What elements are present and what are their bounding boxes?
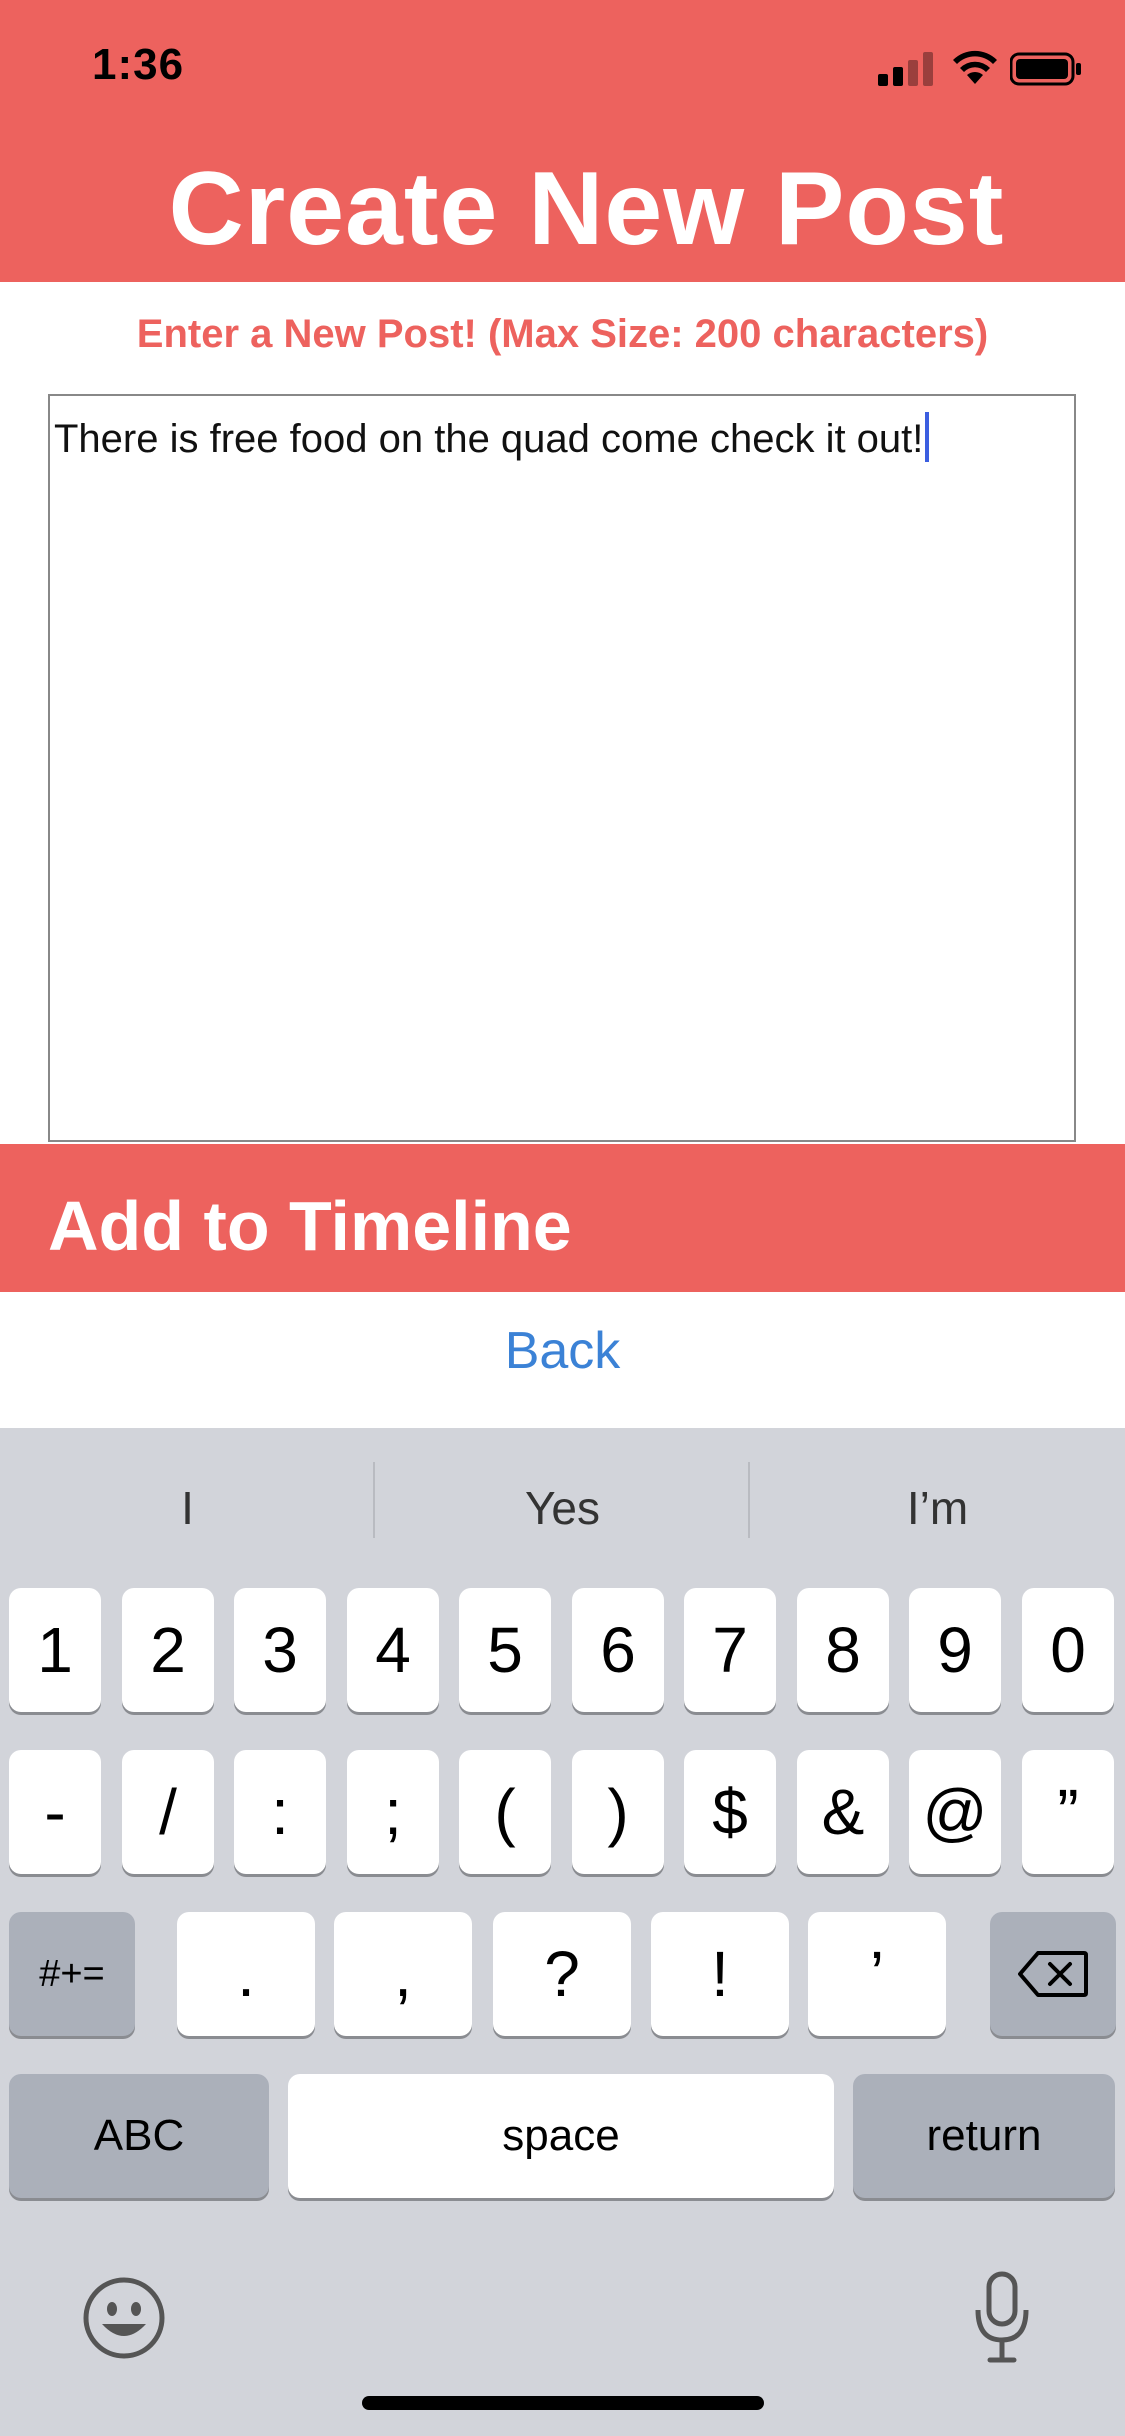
key-8[interactable]: 8 (797, 1588, 889, 1712)
status-time: 1:36 (92, 40, 185, 89)
key-at[interactable]: @ (909, 1750, 1001, 1874)
key-9[interactable]: 9 (909, 1588, 1001, 1712)
key-3[interactable]: 3 (234, 1588, 326, 1712)
key-ampersand[interactable]: & (797, 1750, 889, 1874)
return-key[interactable]: return (853, 2074, 1115, 2198)
space-key[interactable]: space (288, 2074, 834, 2198)
suggestion-3[interactable]: I’m (750, 1468, 1125, 1548)
suggestion-1[interactable]: I (0, 1468, 375, 1548)
page-title: Create New Post (168, 151, 1005, 267)
key-6[interactable]: 6 (572, 1588, 664, 1712)
key-5[interactable]: 5 (459, 1588, 551, 1712)
add-to-timeline-button[interactable]: Add to Timeline (0, 1144, 1125, 1292)
key-exclamation[interactable]: ! (651, 1912, 789, 2036)
key-7[interactable]: 7 (684, 1588, 776, 1712)
wifi-icon (953, 50, 997, 84)
key-question[interactable]: ? (493, 1912, 631, 2036)
key-quote[interactable]: ” (1022, 1750, 1114, 1874)
text-caret (925, 412, 930, 462)
microphone-icon[interactable] (972, 2270, 1032, 2366)
key-1[interactable]: 1 (9, 1588, 101, 1712)
key-hyphen[interactable]: - (9, 1750, 101, 1874)
key-4[interactable]: 4 (347, 1588, 439, 1712)
key-colon[interactable]: : (234, 1750, 326, 1874)
key-semicolon[interactable]: ; (347, 1750, 439, 1874)
post-text-area[interactable]: There is free food on the quad come chec… (48, 394, 1076, 1142)
cellular-signal-icon (878, 52, 933, 86)
key-apostrophe[interactable]: ’ (808, 1912, 946, 2036)
back-button[interactable]: Back (0, 1292, 1125, 1428)
key-comma[interactable]: , (334, 1912, 472, 2036)
post-prompt-label: Enter a New Post! (Max Size: 200 charact… (136, 312, 989, 356)
delete-key[interactable] (990, 1912, 1116, 2036)
post-text-value: There is free food on the quad come chec… (54, 412, 930, 462)
backspace-icon (1018, 1951, 1088, 1997)
header-bar: 1:36 Create New Post (0, 0, 1125, 282)
key-period[interactable]: . (177, 1912, 315, 2036)
key-dollar[interactable]: $ (684, 1750, 776, 1874)
add-to-timeline-label: Add to Timeline (48, 1187, 572, 1265)
key-2[interactable]: 2 (122, 1588, 214, 1712)
suggestion-2[interactable]: Yes (375, 1468, 750, 1548)
key-open-paren[interactable]: ( (459, 1750, 551, 1874)
keyboard: I Yes I’m 1 2 3 4 5 6 7 8 9 0 - / : ; ( … (0, 1428, 1125, 2436)
key-slash[interactable]: / (122, 1750, 214, 1874)
home-indicator (362, 2396, 764, 2410)
key-close-paren[interactable]: ) (572, 1750, 664, 1874)
key-more-symbols[interactable]: #+= (9, 1912, 135, 2036)
key-0[interactable]: 0 (1022, 1588, 1114, 1712)
emoji-icon[interactable] (82, 2276, 166, 2360)
abc-key[interactable]: ABC (9, 2074, 269, 2198)
battery-icon (1010, 52, 1081, 86)
